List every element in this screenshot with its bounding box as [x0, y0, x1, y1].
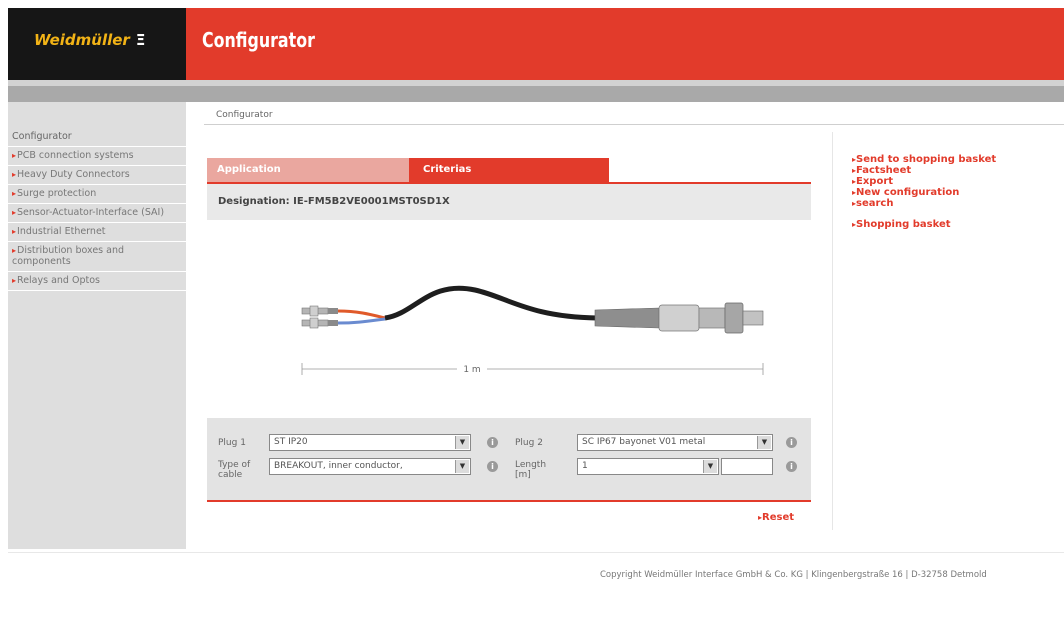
length-value: 1	[582, 461, 588, 471]
tab-application[interactable]: Application	[207, 158, 409, 182]
sidebar-item-surge-protection[interactable]: ▸Surge protection	[8, 185, 186, 204]
footer	[8, 552, 1064, 627]
arrow-right-icon: ▸	[12, 276, 17, 285]
search-label: search	[856, 198, 894, 209]
cable-length-label: 1 m	[463, 365, 480, 375]
shopping-basket-link[interactable]: ▸Shopping basket	[852, 219, 1012, 230]
info-icon[interactable]: i	[487, 437, 498, 448]
arrow-right-icon: ▸	[12, 246, 17, 255]
sidebar-item-label: Surge protection	[17, 188, 97, 199]
header: Weidmüller Ξ Configurator	[8, 8, 1064, 80]
plug1-value: ST IP20	[274, 437, 308, 447]
logo-mark-icon: Ξ	[135, 31, 146, 49]
cable-type-value: BREAKOUT, inner conductor,	[274, 461, 403, 471]
sidebar-item-distribution-boxes[interactable]: ▸Distribution boxes and components	[8, 242, 186, 272]
breadcrumb[interactable]: Configurator	[204, 106, 1064, 125]
plug1-select[interactable]: ST IP20 ▼	[269, 434, 471, 451]
send-to-basket-label: Send to shopping basket	[856, 154, 997, 165]
arrow-right-icon: ▸	[12, 151, 17, 160]
right-divider	[832, 132, 833, 530]
send-to-basket-link[interactable]: ▸Send to shopping basket	[852, 154, 1012, 165]
plug2-value: SC IP67 bayonet V01 metal	[582, 437, 706, 447]
sidebar-item-label: PCB connection systems	[17, 150, 134, 161]
export-label: Export	[856, 176, 894, 187]
tab-criterias[interactable]: Criterias	[409, 158, 609, 182]
sidebar-item-label: Sensor-Actuator-Interface (SAI)	[17, 207, 165, 218]
arrow-right-icon: ▸	[12, 170, 17, 179]
arrow-right-icon: ▸	[12, 208, 17, 217]
action-links: ▸Send to shopping basket ▸Factsheet ▸Exp…	[852, 154, 1012, 230]
cable-type-label: Type of cable	[218, 460, 251, 480]
product-image: 1 m	[207, 222, 811, 402]
sidebar-item-relays-and-optos[interactable]: ▸Relays and Optos	[8, 272, 186, 291]
sidebar: Configurator ▸PCB connection systems ▸He…	[8, 129, 186, 291]
chevron-down-icon: ▼	[455, 436, 469, 449]
export-link[interactable]: ▸Export	[852, 176, 1012, 187]
chevron-down-icon: ▼	[703, 460, 717, 473]
sidebar-item-label: Heavy Duty Connectors	[17, 169, 130, 180]
length-label: Length [m]	[515, 460, 547, 480]
logo-text: Weidmüller	[34, 31, 130, 49]
sidebar-item-pcb-connection-systems[interactable]: ▸PCB connection systems	[8, 147, 186, 166]
reset-link[interactable]: ▸Reset	[758, 512, 794, 523]
sidebar-item-sensor-actuator-interface[interactable]: ▸Sensor-Actuator-Interface (SAI)	[8, 204, 186, 223]
plug2-label: Plug 2	[515, 438, 543, 448]
info-icon[interactable]: i	[786, 437, 797, 448]
arrow-right-icon: ▸	[12, 189, 17, 198]
info-icon[interactable]: i	[786, 461, 797, 472]
plug2-select[interactable]: SC IP67 bayonet V01 metal ▼	[577, 434, 773, 451]
search-link[interactable]: ▸search	[852, 198, 1012, 209]
app-title: Configurator	[202, 28, 315, 52]
chevron-down-icon: ▼	[455, 460, 469, 473]
chevron-down-icon: ▼	[757, 436, 771, 449]
sidebar-item-label: Industrial Ethernet	[17, 226, 106, 237]
configuration-panel: Plug 1 ST IP20 ▼ i Type of cable BREAKOUT…	[207, 418, 811, 502]
length-select[interactable]: 1 ▼	[577, 458, 719, 475]
sidebar-item-industrial-ethernet[interactable]: ▸Industrial Ethernet	[8, 223, 186, 242]
cable-type-select[interactable]: BREAKOUT, inner conductor, ▼	[269, 458, 471, 475]
weidmuller-logo[interactable]: Weidmüller Ξ	[8, 8, 186, 80]
factsheet-link[interactable]: ▸Factsheet	[852, 165, 1012, 176]
plug1-label: Plug 1	[218, 438, 246, 448]
new-configuration-label: New configuration	[856, 187, 960, 198]
sidebar-title[interactable]: Configurator	[8, 129, 186, 147]
left-column: Configurator ▸PCB connection systems ▸He…	[8, 102, 186, 549]
fiber-optic-cable-icon: 1 m	[301, 285, 764, 375]
sidebar-item-label: Relays and Optos	[17, 275, 100, 286]
sidebar-item-heavy-duty-connectors[interactable]: ▸Heavy Duty Connectors	[8, 166, 186, 185]
new-configuration-link[interactable]: ▸New configuration	[852, 187, 1012, 198]
info-icon[interactable]: i	[487, 461, 498, 472]
navigation-bar	[8, 86, 1064, 102]
shopping-basket-label: Shopping basket	[856, 219, 951, 230]
length-custom-input[interactable]	[721, 458, 773, 475]
arrow-right-icon: ▸	[12, 227, 17, 236]
copyright: Copyright Weidmüller Interface GmbH & Co…	[600, 570, 987, 580]
factsheet-label: Factsheet	[856, 165, 912, 176]
designation: Designation: IE-FM5B2VE0001MST0SD1X	[207, 184, 811, 220]
sidebar-item-label: Distribution boxes and components	[12, 245, 125, 267]
reset-label: Reset	[762, 512, 795, 523]
tab-bar: Application Criterias	[207, 156, 811, 184]
